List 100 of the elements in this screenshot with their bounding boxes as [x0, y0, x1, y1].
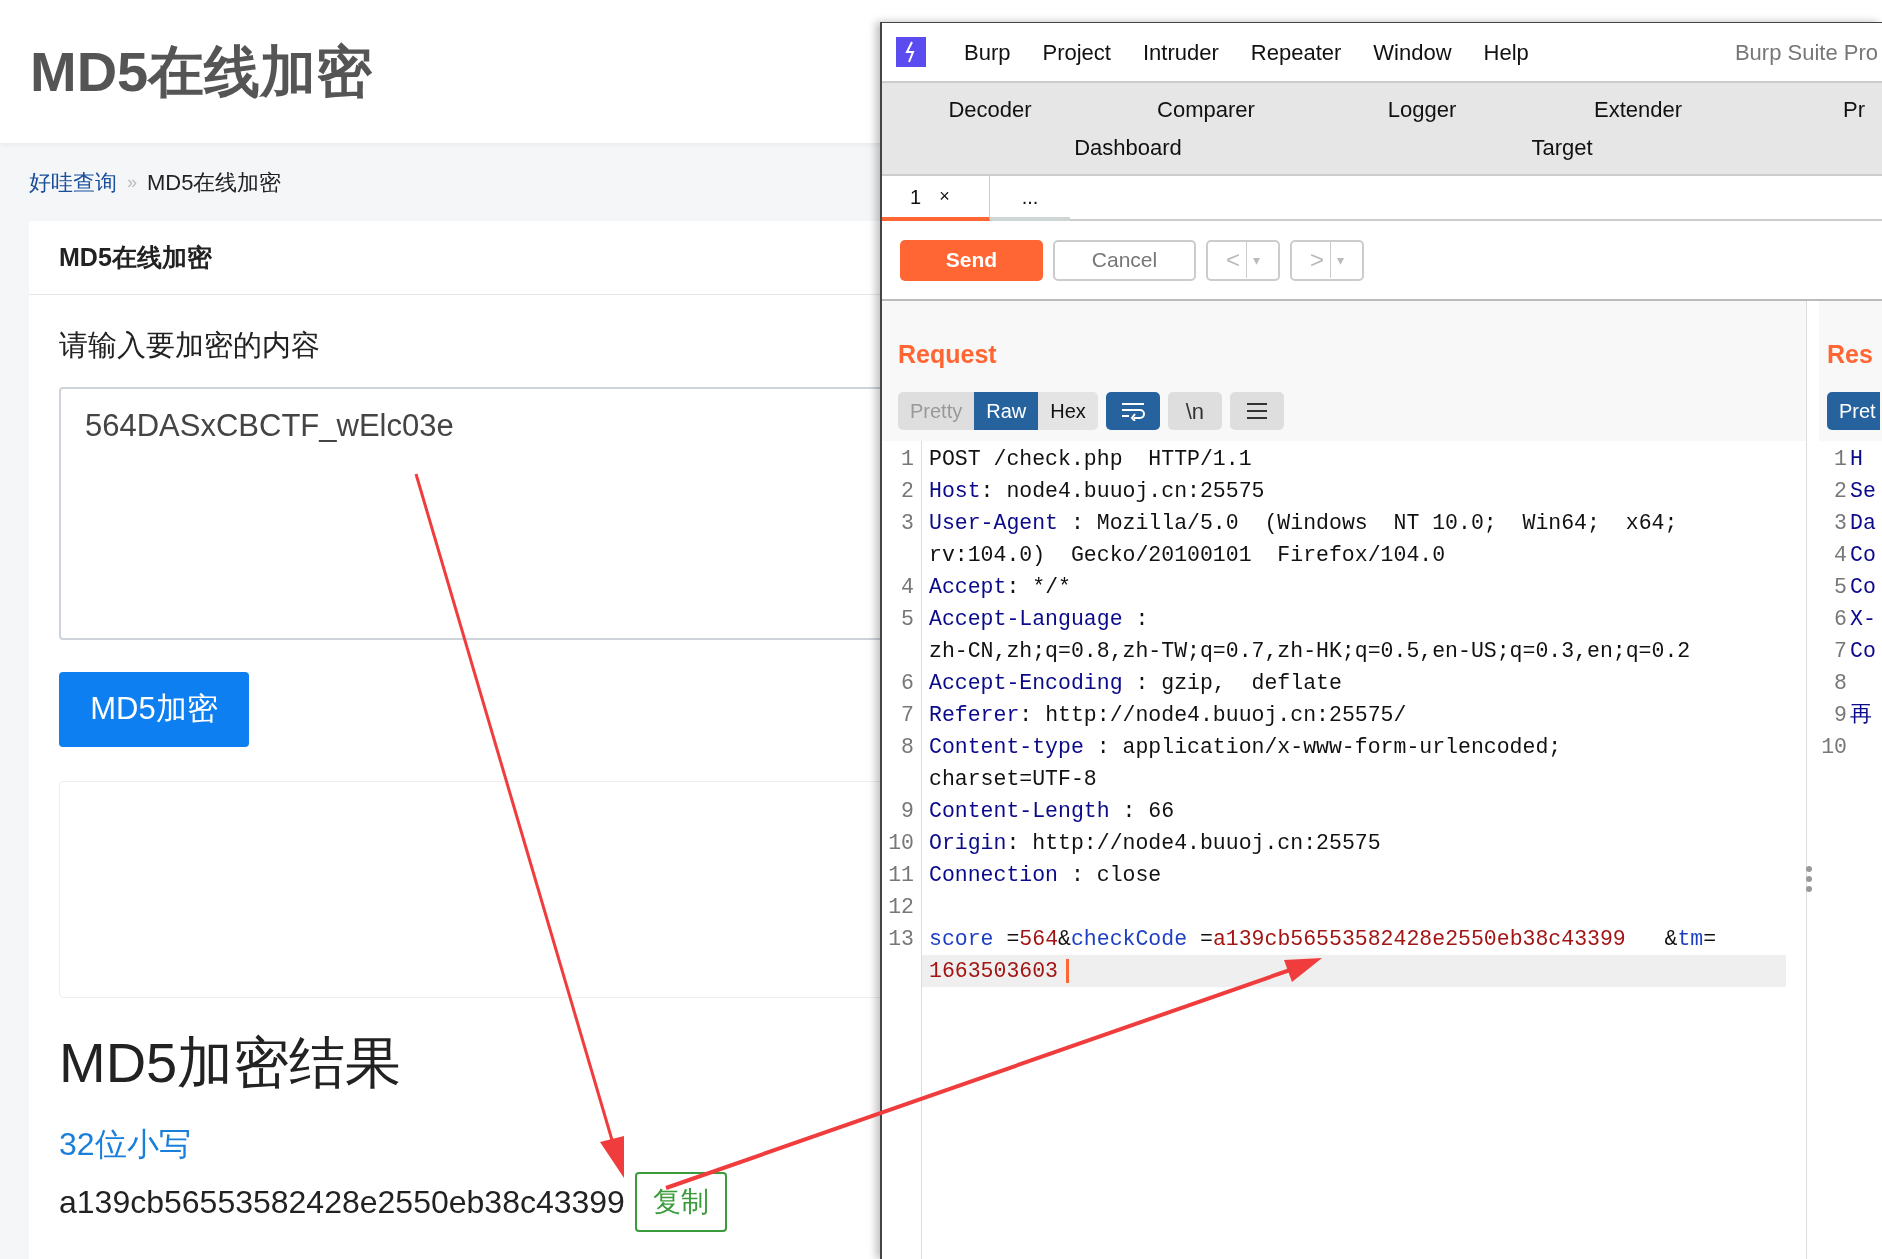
tool-tab[interactable]: Logger [1387, 96, 1457, 123]
line-number: 2 [900, 478, 914, 505]
header-name: Content-type [929, 734, 1084, 761]
more-icon[interactable] [1806, 866, 1812, 892]
text-cursor [1066, 959, 1070, 983]
line-number: 7 [1833, 638, 1847, 665]
param-value: 1663503603 [929, 958, 1059, 985]
line-number: 5 [1833, 574, 1847, 601]
menu-item[interactable]: Repeater [1234, 35, 1358, 69]
param-name: score [929, 926, 994, 953]
close-icon[interactable]: × [939, 183, 950, 210]
line-number: 2 [1833, 478, 1847, 505]
input-label: 请输入要加密的内容 [59, 328, 320, 363]
breadcrumb-link[interactable]: 好哇查询 [29, 165, 117, 199]
newline-button[interactable]: \n [1167, 392, 1222, 430]
code-text: charset=UTF-8 [929, 766, 1097, 793]
panel-title: Res [1827, 339, 1873, 369]
tool-tab[interactable]: Dashboard [1074, 134, 1182, 161]
line-number: 3 [900, 510, 914, 537]
line-number: 1 [900, 446, 914, 473]
tool-tab[interactable]: Pr [1843, 96, 1865, 123]
line-number: 9 [900, 798, 914, 825]
header-name: User-Agent [929, 510, 1059, 537]
code-text: POST /check.php HTTP/1.1 [929, 446, 1252, 473]
menu-icon [1245, 402, 1268, 420]
breadcrumb-separator: » [127, 170, 137, 194]
param-name: tm [1677, 926, 1704, 953]
copy-button[interactable]: 复制 [634, 1172, 727, 1232]
line-number: 8 [1833, 670, 1847, 697]
wrap-icon [1119, 401, 1146, 421]
line-number: 1 [1833, 446, 1847, 473]
view-tab[interactable]: Raw [974, 392, 1039, 430]
menu-button[interactable] [1229, 392, 1284, 430]
param-name: checkCode [1070, 926, 1188, 953]
line-number: 13 [887, 926, 914, 953]
panel-title: Request [898, 339, 997, 369]
menu-item[interactable]: Window [1357, 35, 1468, 69]
line-number: 6 [900, 670, 914, 697]
wrap-button[interactable] [1105, 392, 1160, 430]
line-number: 10 [1820, 734, 1847, 761]
header-name: Accept-Language [929, 606, 1123, 633]
line-number: 7 [900, 702, 914, 729]
code-text: : Mozilla/5.0 (Windows NT 10.0; Win64; x64; [1069, 510, 1678, 537]
repeater-tab[interactable]: 1 × [882, 176, 990, 221]
code-text: : http://node4.buuoj.cn:25575 [1006, 830, 1381, 857]
code-text: Co [1849, 574, 1876, 601]
header-name: Connection [929, 862, 1059, 889]
view-tab[interactable]: Pret [1827, 392, 1880, 430]
app-title: Burp Suite Pro [1734, 38, 1879, 67]
repeater-tab[interactable]: ... [990, 176, 1070, 221]
tool-tab[interactable]: Comparer [1157, 96, 1255, 123]
result-title: MD5加密结果 [59, 1030, 402, 1096]
code-text: X- [1849, 606, 1876, 633]
code-text: Co [1849, 638, 1876, 665]
card-title: MD5在线加密 [59, 241, 212, 273]
code-text: : http://node4.buuoj.cn:25575/ [1019, 702, 1407, 729]
menu-item[interactable]: Intruder [1126, 35, 1235, 69]
page-title: MD5在线加密 [30, 38, 373, 105]
tool-tab[interactable]: Extender [1593, 96, 1683, 123]
code-text: & [1058, 926, 1071, 953]
code-text: = [1198, 926, 1213, 953]
line-number: 4 [1833, 542, 1847, 569]
line-number: 4 [900, 574, 914, 601]
code-text: = [1703, 926, 1717, 953]
encrypt-button[interactable]: MD5加密 [59, 672, 249, 747]
code-text: 再 [1849, 702, 1872, 729]
code-text: : gzip, deflate [1134, 670, 1342, 697]
code-text: : */* [1006, 574, 1071, 601]
code-text: zh-CN,zh;q=0.8,zh-TW;q=0.7,zh-HK;q=0.5,en-US;q=0.3,en;q=0.2 [929, 638, 1691, 665]
line-number: 12 [887, 894, 914, 921]
result-type-link[interactable]: 32位小写 [59, 1122, 191, 1166]
line-number: 6 [1833, 606, 1847, 633]
header-name: Referer [929, 702, 1020, 729]
code-text: : node4.buuoj.cn:25575 [980, 478, 1265, 505]
code-text: : [1134, 606, 1149, 633]
tool-tab[interactable]: Decoder [948, 96, 1032, 123]
header-name: Origin [929, 830, 1007, 857]
line-number: 3 [1833, 510, 1847, 537]
lightning-icon [896, 37, 926, 67]
code-text: : close [1069, 862, 1162, 889]
menu-item[interactable]: Burp [948, 35, 1027, 69]
code-text: Se [1849, 478, 1876, 505]
tool-tab[interactable]: Target [1531, 134, 1593, 161]
code-text: : application/x-www-form-urlencoded; [1095, 734, 1562, 761]
line-number: 8 [900, 734, 914, 761]
hash-text: a139cb56553582428e2550eb38c43399 [59, 1183, 625, 1222]
cancel-button[interactable]: Cancel [1053, 239, 1196, 281]
line-number: 5 [900, 606, 914, 633]
param-value: a139cb56553582428e2550eb38c43399 [1212, 926, 1626, 953]
header-name: Accept [929, 574, 1007, 601]
code-text: = [1005, 926, 1020, 953]
code-text: & [1663, 926, 1678, 953]
tab-label: 1 [910, 184, 922, 210]
breadcrumb-current: MD5在线加密 [147, 168, 282, 197]
line-number: 9 [1833, 702, 1847, 729]
view-tab[interactable]: Hex [1038, 392, 1098, 430]
menu-item[interactable]: Help [1467, 35, 1545, 69]
tab-label: ... [1021, 184, 1039, 210]
code-text: Da [1849, 510, 1876, 537]
menu-item[interactable]: Project [1026, 35, 1127, 69]
